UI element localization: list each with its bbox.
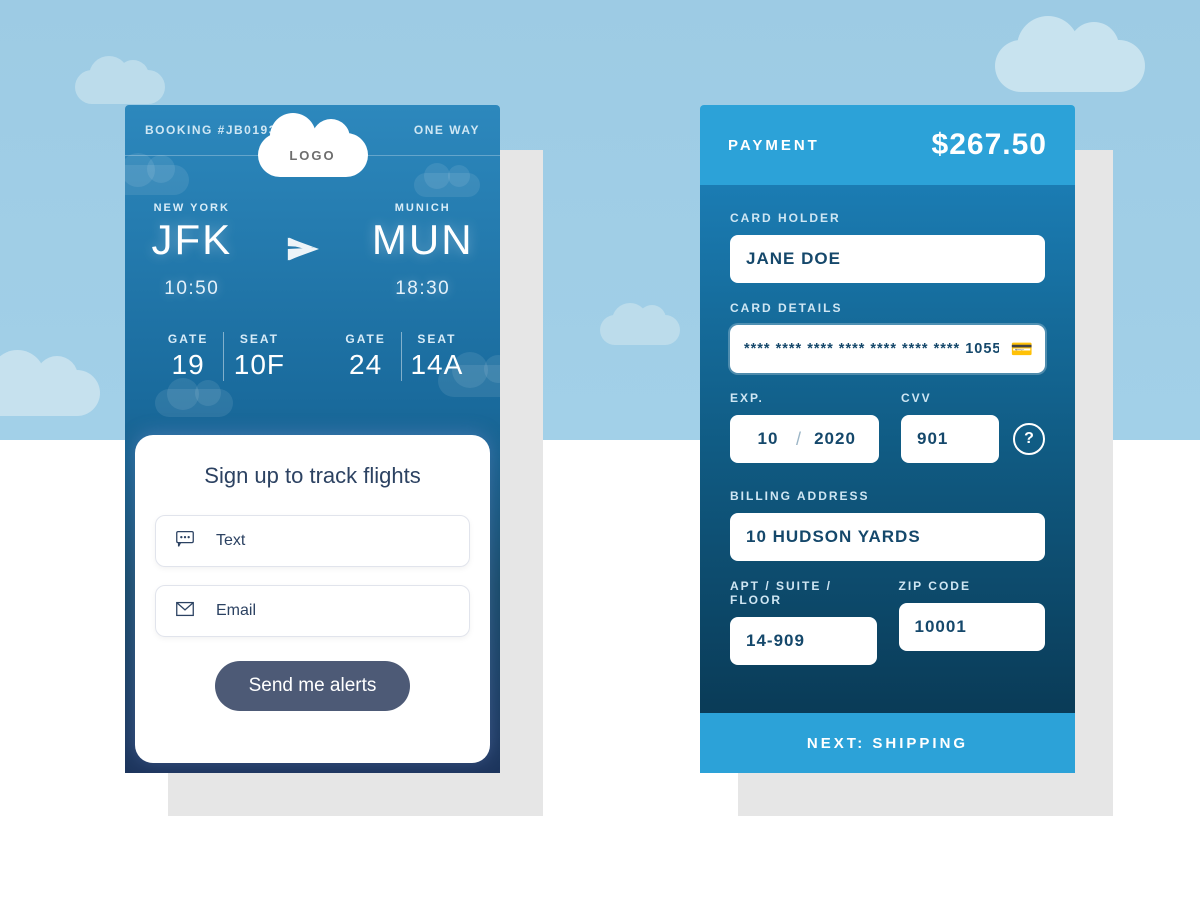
card-number-field[interactable]: 💳	[730, 325, 1045, 373]
zip-input[interactable]	[899, 603, 1046, 651]
cloud-decor	[0, 370, 100, 416]
trip-type: ONE WAY	[414, 123, 480, 137]
airplane-icon	[285, 232, 319, 271]
origin-city: NEW YORK	[151, 202, 232, 214]
cvv-input[interactable]	[901, 415, 999, 463]
text-input[interactable]	[214, 531, 451, 551]
origin-seat: 10F	[224, 349, 294, 381]
credit-card-icon: 💳	[1011, 339, 1033, 360]
signup-panel: Sign up to track flights Send me alerts	[135, 435, 490, 763]
card-holder-input[interactable]	[730, 235, 1045, 283]
origin-gate-label: GATE	[153, 332, 223, 346]
destination-seat-label: SEAT	[402, 332, 472, 346]
next-shipping-button[interactable]: NEXT: SHIPPING	[700, 713, 1075, 773]
email-input[interactable]	[214, 601, 451, 621]
exp-year-input[interactable]	[805, 428, 865, 450]
destination-code: MUN	[372, 216, 474, 264]
cvv-help-button[interactable]: ?	[1013, 423, 1045, 455]
destination-gate-label: GATE	[331, 332, 401, 346]
card-number-input[interactable]	[742, 340, 1001, 358]
card-holder-label: CARD HOLDER	[730, 211, 1045, 225]
origin-time: 10:50	[151, 278, 232, 300]
cvv-label: CVV	[901, 391, 1045, 405]
boarding-pass-card: BOOKING #JB01930 ONE WAY LOGO NEW YORK J…	[125, 105, 500, 773]
apt-input[interactable]	[730, 617, 877, 665]
billing-address-label: BILLING ADDRESS	[730, 489, 1045, 503]
payment-card: PAYMENT $267.50 CARD HOLDER CARD DETAILS…	[700, 105, 1075, 773]
cloud-decor	[75, 70, 165, 104]
exp-label: EXP.	[730, 391, 879, 405]
destination-time: 18:30	[372, 278, 474, 300]
exp-field[interactable]: /	[730, 415, 879, 463]
destination-gate: 24	[331, 349, 401, 381]
apt-label: APT / SUITE / FLOOR	[730, 579, 877, 607]
destination: MUNICH MUN 18:30	[372, 202, 474, 300]
exp-separator: /	[792, 429, 805, 450]
signup-heading: Sign up to track flights	[155, 463, 470, 489]
destination-city: MUNICH	[372, 202, 474, 214]
billing-address-input[interactable]	[730, 513, 1045, 561]
origin: NEW YORK JFK 10:50	[151, 202, 232, 300]
text-field[interactable]	[155, 515, 470, 567]
email-field[interactable]	[155, 585, 470, 637]
chat-icon	[174, 528, 196, 555]
origin-seat-label: SEAT	[224, 332, 294, 346]
origin-code: JFK	[151, 216, 232, 264]
card-details-label: CARD DETAILS	[730, 301, 1045, 315]
origin-gate: 19	[153, 349, 223, 381]
exp-month-input[interactable]	[744, 428, 792, 450]
zip-label: ZIP CODE	[899, 579, 1046, 593]
payment-amount: $267.50	[932, 128, 1047, 162]
mail-icon	[174, 598, 196, 625]
send-alerts-button[interactable]: Send me alerts	[215, 661, 411, 711]
logo: LOGO	[258, 133, 368, 177]
payment-title: PAYMENT	[728, 137, 820, 154]
cloud-decor	[600, 315, 680, 345]
cloud-decor	[995, 40, 1145, 92]
